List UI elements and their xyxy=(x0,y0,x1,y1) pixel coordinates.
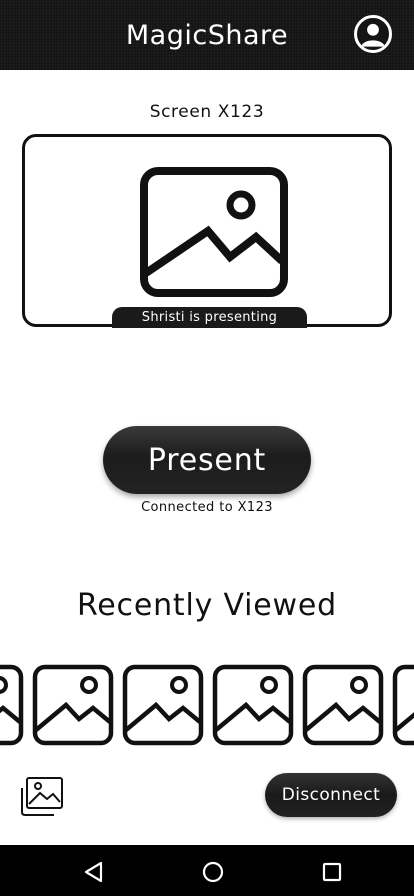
image-icon xyxy=(392,664,414,746)
screen-label: Screen X123 xyxy=(149,102,265,122)
image-icon xyxy=(32,664,114,746)
recent-thumbnail[interactable] xyxy=(212,664,294,746)
presenter-badge: Shristi is presenting xyxy=(112,307,307,328)
nav-recents-button[interactable] xyxy=(320,860,344,884)
profile-button[interactable] xyxy=(354,15,392,53)
user-circle-icon xyxy=(361,23,385,47)
nav-back-button[interactable] xyxy=(82,860,106,884)
connection-status: Connected to X123 xyxy=(141,500,273,515)
nav-home-button[interactable] xyxy=(201,860,225,884)
recent-thumbnail[interactable] xyxy=(122,664,204,746)
nav-home-icon xyxy=(202,861,224,883)
recent-thumbnail[interactable] xyxy=(302,664,384,746)
recent-thumbnail[interactable] xyxy=(392,664,414,746)
image-icon xyxy=(0,664,24,746)
recent-thumbnails[interactable] xyxy=(0,664,414,746)
gallery-icon xyxy=(21,777,63,816)
recent-thumbnail[interactable] xyxy=(0,664,24,746)
nav-recents-icon xyxy=(322,862,342,882)
nav-back-icon xyxy=(84,861,103,883)
app-title: MagicShare xyxy=(125,19,289,51)
app-bar: MagicShare xyxy=(0,0,414,70)
recent-thumbnail[interactable] xyxy=(32,664,114,746)
gallery-button[interactable] xyxy=(18,774,66,818)
disconnect-button[interactable]: Disconnect xyxy=(265,773,397,817)
image-icon xyxy=(122,664,204,746)
image-icon xyxy=(212,664,294,746)
recently-viewed-heading: Recently Viewed xyxy=(77,588,337,623)
present-button[interactable]: Present xyxy=(103,426,311,494)
screen-preview xyxy=(22,134,392,327)
image-icon xyxy=(140,167,288,297)
system-nav-bar xyxy=(0,845,414,896)
image-icon xyxy=(302,664,384,746)
